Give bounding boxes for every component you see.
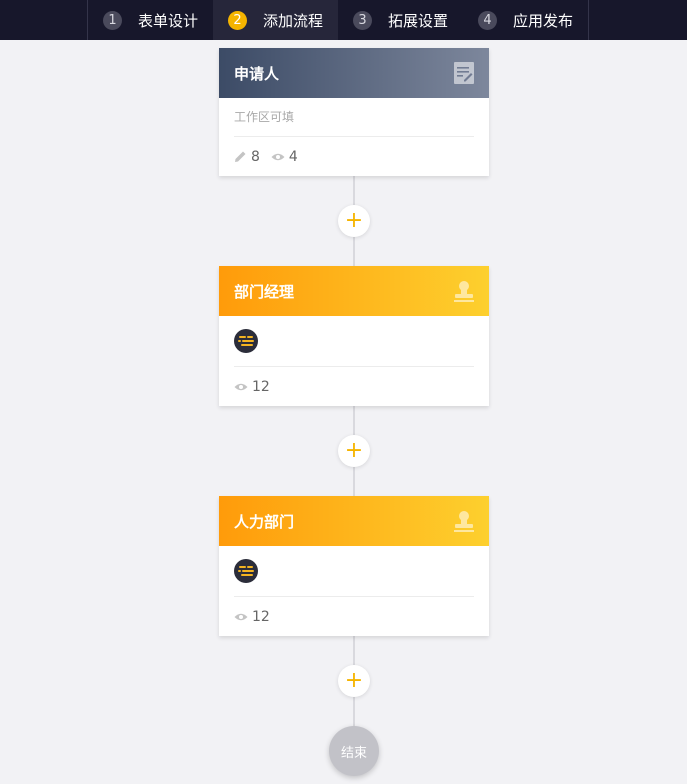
node-footer: 12 [234, 597, 474, 636]
top-step-bar: 1 表单设计 2 添加流程 3 拓展设置 4 应用发布 [0, 0, 687, 40]
plus-icon: + [344, 668, 364, 693]
step-publish[interactable]: 4 应用发布 [463, 0, 588, 40]
view-count: 12 [234, 379, 270, 395]
view-count: 12 [234, 609, 270, 625]
step-label: 拓展设置 [388, 11, 449, 30]
node-header: 部门经理 [219, 266, 489, 316]
stamp-icon [454, 281, 474, 302]
view-count: 4 [271, 149, 298, 165]
node-title: 人力部门 [234, 512, 295, 531]
step-number: 1 [103, 10, 122, 30]
view-count-value: 12 [252, 378, 270, 395]
node-footer: 12 [234, 367, 474, 406]
avatar[interactable] [234, 559, 258, 583]
flow-node-hr-department[interactable]: 人力部门 12 [219, 496, 489, 636]
view-count-value: 4 [288, 148, 298, 165]
node-description: 工作区可填 [234, 98, 474, 137]
step-label: 添加流程 [263, 11, 324, 30]
flow-node-applicant[interactable]: 申请人 工作区可填 8 4 [219, 48, 489, 176]
form-edit-icon [454, 62, 474, 84]
node-footer: 8 4 [234, 137, 474, 176]
pencil-icon [235, 151, 246, 162]
step-number: 3 [353, 10, 372, 30]
step-form-design[interactable]: 1 表单设计 [88, 0, 213, 40]
end-label: 结束 [340, 745, 367, 761]
step-add-flow[interactable]: 2 添加流程 [213, 0, 338, 40]
node-title: 申请人 [234, 64, 280, 83]
node-title: 部门经理 [234, 282, 295, 301]
end-node: 结束 [329, 726, 379, 776]
step-extend-settings[interactable]: 3 拓展设置 [338, 0, 463, 40]
stamp-icon [454, 511, 474, 532]
add-node-button[interactable]: + [338, 665, 370, 697]
edit-count-value: 8 [251, 148, 260, 165]
eye-icon [234, 383, 248, 390]
eye-icon [234, 613, 248, 620]
edit-count: 8 [234, 149, 260, 165]
avatar[interactable] [234, 329, 258, 353]
node-assignee-row [234, 546, 474, 597]
eye-icon [271, 153, 285, 160]
add-node-button[interactable]: + [338, 435, 370, 467]
step-label: 应用发布 [513, 11, 574, 30]
add-node-button[interactable]: + [338, 205, 370, 237]
view-count-value: 12 [252, 608, 270, 625]
node-header: 申请人 [219, 48, 489, 98]
node-assignee-row [234, 316, 474, 367]
plus-icon: + [344, 438, 364, 463]
flow-node-department-manager[interactable]: 部门经理 12 [219, 266, 489, 406]
node-header: 人力部门 [219, 496, 489, 546]
plus-icon: + [344, 208, 364, 233]
step-number: 4 [478, 10, 497, 30]
step-number: 2 [228, 10, 247, 30]
step-label: 表单设计 [138, 11, 199, 30]
step-tabs: 1 表单设计 2 添加流程 3 拓展设置 4 应用发布 [87, 0, 589, 40]
